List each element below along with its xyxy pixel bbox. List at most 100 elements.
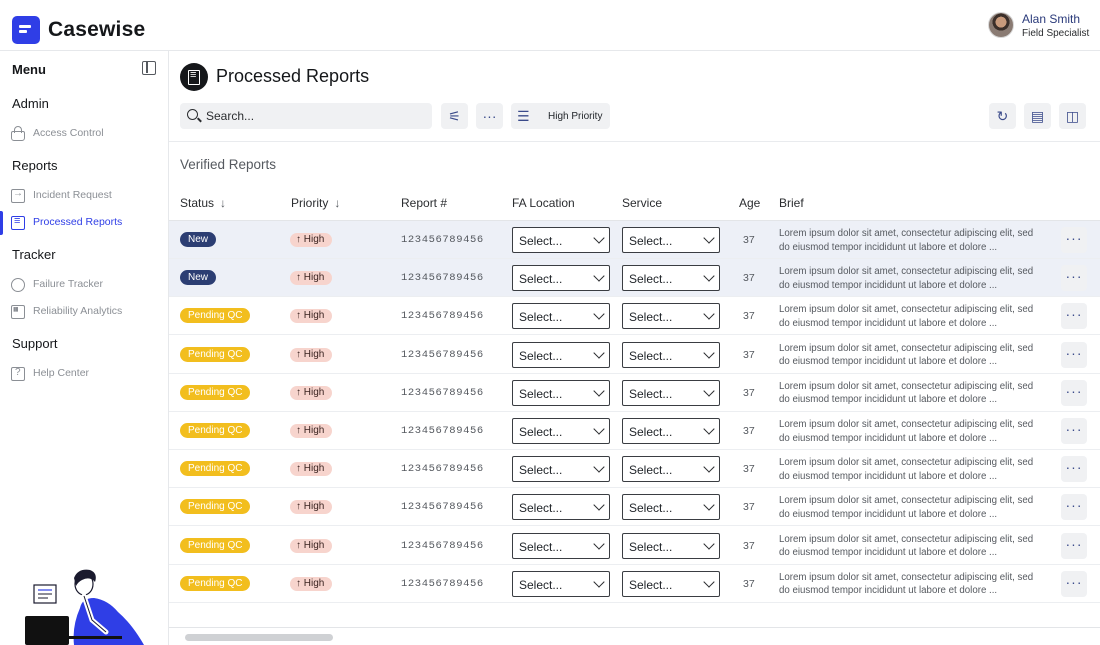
search-box[interactable] [180, 103, 432, 129]
row-actions-button[interactable]: ··· [1061, 456, 1087, 483]
service-select[interactable]: Select... [622, 418, 720, 444]
sidebar-item-access-control[interactable]: Access Control [0, 122, 168, 146]
priority-label: High [303, 386, 325, 398]
search-icon [187, 109, 198, 120]
chevron-down-icon [593, 232, 605, 244]
sidebar-item-processed-reports[interactable]: Processed Reports [0, 211, 168, 235]
service-select[interactable]: Select... [622, 341, 720, 368]
row-actions-button[interactable]: ··· [1061, 341, 1087, 368]
service-select[interactable]: Select... [622, 532, 720, 559]
user-role: Field Specialist [1022, 28, 1090, 39]
table-row[interactable]: Pending QC ↑ High 123456789456 Select... Sel… [169, 297, 1100, 336]
table-row[interactable]: New ↑ High 123456789456 Select... Select... 3… [169, 221, 1100, 259]
fa-location-select[interactable]: Select... [512, 341, 610, 368]
brief-line: do eiusmod tempor incididunt ut labore e… [779, 508, 998, 520]
fa-location-select[interactable]: Select... [512, 418, 610, 444]
report-settings-button[interactable]: ▤ [1024, 103, 1051, 129]
service-select[interactable]: Select... [622, 570, 720, 597]
row-actions-button[interactable]: ··· [1061, 418, 1087, 444]
service-select[interactable]: Select... [622, 227, 720, 253]
brief-line: do eiusmod tempor incididunt ut labore e… [779, 241, 998, 253]
table-row[interactable]: Pending QC ↑ High 123456789456 Select... Sel… [169, 488, 1100, 527]
fa-location-select[interactable]: Select... [512, 265, 610, 292]
more-options-button[interactable]: ··· [476, 103, 503, 129]
fa-location-select[interactable]: Select... [512, 303, 610, 330]
priority-badge: ↑ High [290, 271, 333, 286]
columns-button[interactable]: ◫ [1059, 103, 1086, 129]
brief-line: do eiusmod tempor incididunt ut labore e… [779, 317, 998, 329]
table-row[interactable]: Pending QC ↑ High 123456789456 Select... Sel… [169, 412, 1100, 450]
row-actions-button[interactable]: ··· [1061, 303, 1087, 330]
chevron-down-icon [703, 576, 715, 588]
ellipsis-icon: ··· [1065, 421, 1083, 437]
filter-button[interactable]: ⚟ [441, 103, 468, 129]
help-icon [11, 367, 25, 381]
service-select[interactable]: Select... [622, 456, 720, 483]
section-subtitle: Verified Reports [180, 157, 277, 172]
avatar[interactable] [988, 12, 1014, 38]
top-bar: Casewise Alan Smith Field Specialist [0, 0, 1100, 51]
filter-icon: ⚟ [448, 108, 461, 124]
fa-location-select[interactable]: Select... [512, 532, 610, 559]
status-badge: Pending QC [180, 423, 251, 438]
priority-badge: ↑ High [290, 385, 333, 400]
sort-button[interactable]: ☰ High Priority [511, 103, 610, 129]
arrow-up-icon: ↑ [296, 310, 304, 322]
sidebar-item-failure-tracker[interactable]: Failure Tracker [0, 273, 168, 297]
brief-line: Lorem ipsum dolor sit amet, consectetur … [779, 533, 1034, 545]
chevron-down-icon [703, 461, 715, 473]
select-value: Select... [519, 310, 563, 325]
fa-location-select[interactable]: Select... [512, 379, 610, 406]
column-header-status[interactable]: Status ↓ [180, 196, 226, 210]
logo-icon[interactable] [12, 16, 40, 44]
row-actions-button[interactable]: ··· [1061, 570, 1087, 597]
row-actions-button[interactable]: ··· [1061, 227, 1087, 253]
fa-location-select[interactable]: Select... [512, 494, 610, 521]
column-header-report-number: Report # [401, 196, 448, 210]
report-number: 123456789456 [401, 348, 484, 361]
sidebar-item-incident-request[interactable]: Incident Request [0, 184, 168, 208]
fa-location-select[interactable]: Select... [512, 227, 610, 253]
row-actions-button[interactable]: ··· [1061, 532, 1087, 559]
search-input[interactable] [206, 103, 426, 129]
brief-line: Lorem ipsum dolor sit amet, consectetur … [779, 304, 1034, 316]
sidebar-item-help-center[interactable]: Help Center [0, 362, 168, 386]
table-row[interactable]: Pending QC ↑ High 123456789456 Select... Sel… [169, 450, 1100, 489]
horizontal-scrollbar[interactable] [169, 627, 1100, 645]
table-row[interactable]: Pending QC ↑ High 123456789456 Select... Sel… [169, 336, 1100, 374]
scrollbar-thumb[interactable] [185, 634, 333, 641]
priority-badge: ↑ High [290, 500, 333, 515]
table-row[interactable]: Pending QC ↑ High 123456789456 Select... Sel… [169, 374, 1100, 412]
fa-location-select[interactable]: Select... [512, 570, 610, 597]
sort-down-icon[interactable]: ↓ [334, 196, 340, 210]
select-value: Select... [629, 463, 673, 478]
refresh-button[interactable]: ↻ [989, 103, 1016, 129]
column-header-priority[interactable]: Priority ↓ [291, 196, 340, 210]
row-actions-button[interactable]: ··· [1061, 265, 1087, 292]
sidebar-item-reliability-analytics[interactable]: Reliability Analytics [0, 300, 168, 324]
row-actions-button[interactable]: ··· [1061, 379, 1087, 406]
priority-label: High [303, 425, 325, 436]
table-row[interactable]: Pending QC ↑ High 123456789456 Select... Sel… [169, 527, 1100, 565]
report-number: 123456789456 [401, 386, 484, 399]
table-row[interactable]: New ↑ High 123456789456 Select... Select... 3… [169, 259, 1100, 298]
service-select[interactable]: Select... [622, 265, 720, 292]
service-select[interactable]: Select... [622, 379, 720, 406]
fa-location-select[interactable]: Select... [512, 456, 610, 483]
chevron-down-icon [593, 537, 605, 550]
sort-down-icon[interactable]: ↓ [220, 196, 226, 210]
service-select[interactable]: Select... [622, 303, 720, 330]
service-select[interactable]: Select... [622, 494, 720, 521]
ellipsis-icon: ··· [482, 108, 497, 124]
arrow-up-icon: ↑ [296, 425, 304, 436]
table-row[interactable]: Pending QC ↑ High 123456789456 Select... Sel… [169, 565, 1100, 603]
ellipsis-icon: ··· [1065, 497, 1083, 514]
select-value: Select... [519, 501, 563, 516]
analytics-icon [11, 305, 25, 319]
sidebar-collapse-icon[interactable] [142, 61, 156, 75]
app-name[interactable]: Casewise [48, 18, 145, 42]
arrow-up-icon: ↑ [296, 234, 304, 245]
brief-line: do eiusmod tempor incididunt ut labore e… [779, 547, 998, 559]
row-actions-button[interactable]: ··· [1061, 494, 1087, 521]
user-name[interactable]: Alan Smith [1022, 12, 1080, 26]
